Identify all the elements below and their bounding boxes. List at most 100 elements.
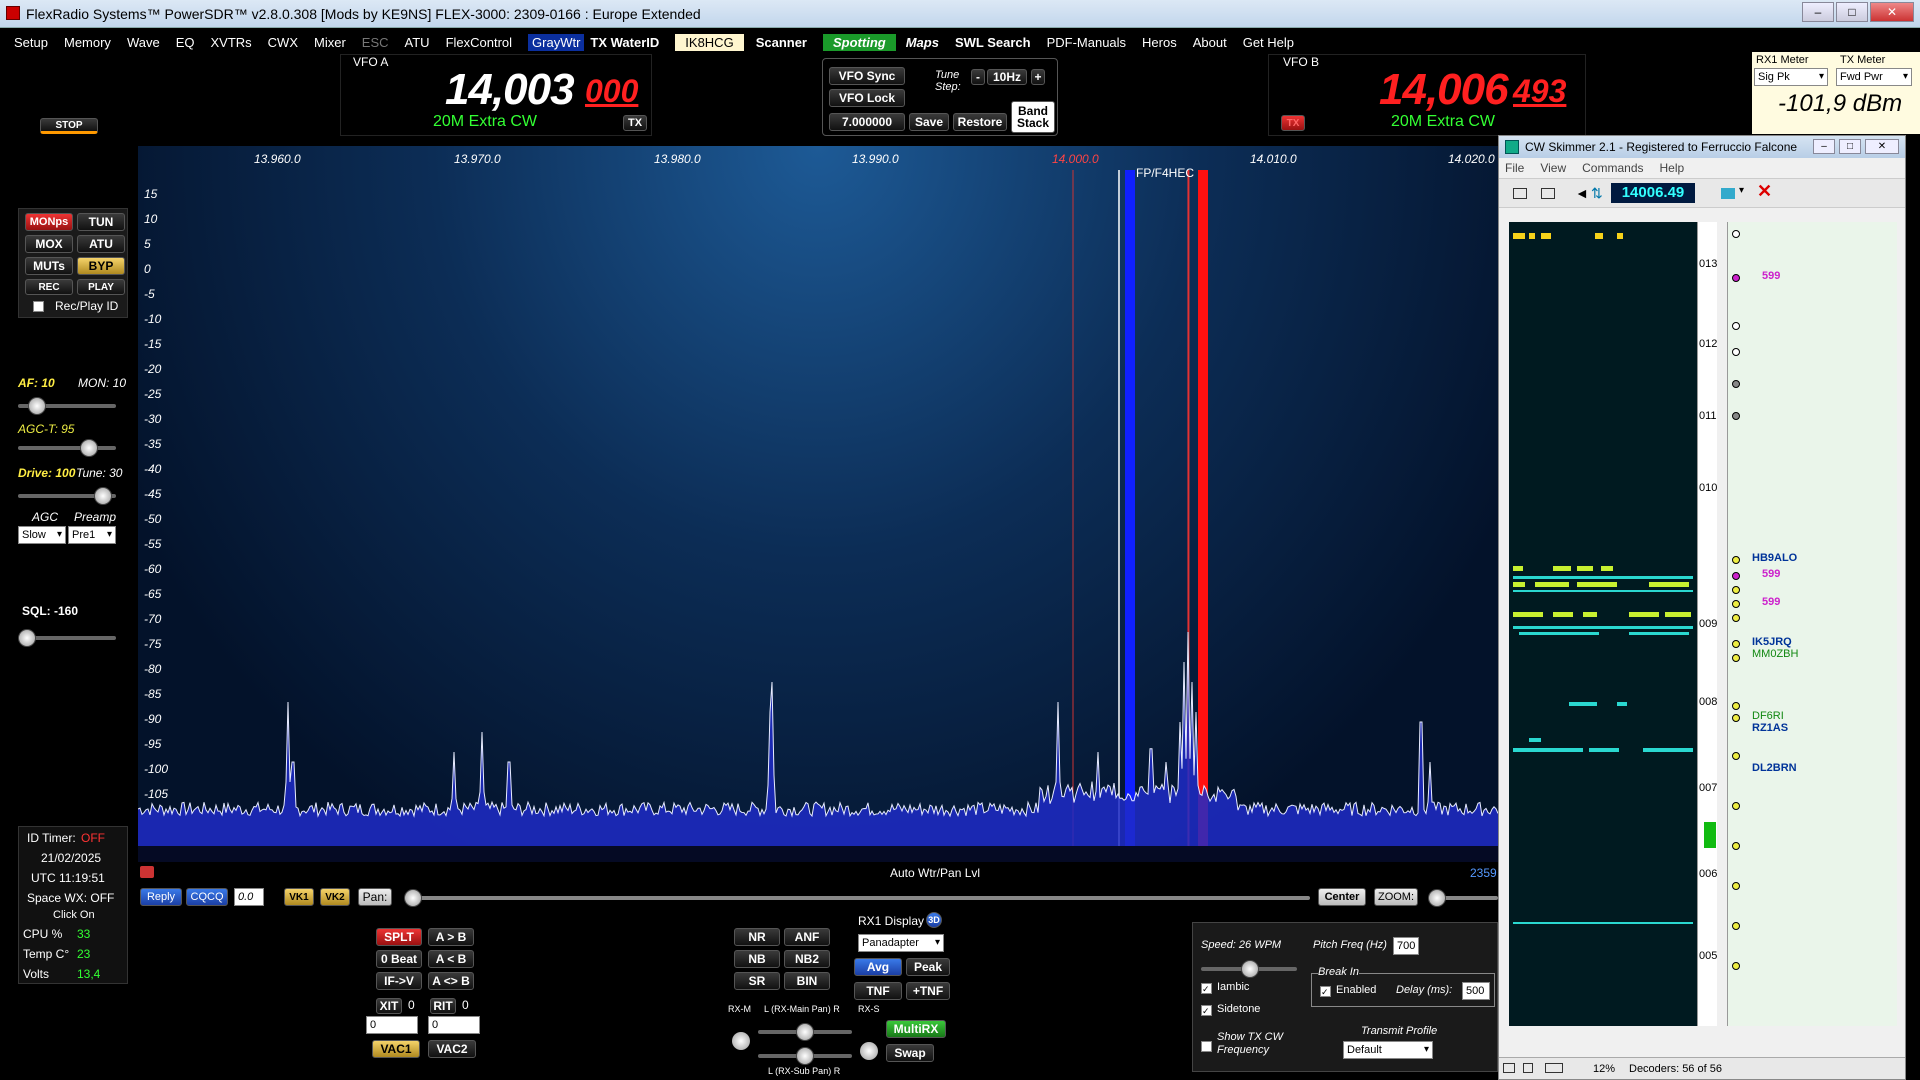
callsign-label[interactable]: IK5JRQ: [1752, 636, 1792, 648]
maximize-button[interactable]: □: [1836, 2, 1868, 22]
anf-button[interactable]: ANF: [784, 928, 830, 946]
main-pan-knob[interactable]: [796, 1023, 814, 1041]
tune-arrows-icon[interactable]: ⇅: [1591, 185, 1603, 202]
signal-dot[interactable]: [1732, 572, 1740, 580]
delay-input[interactable]: 500: [1462, 982, 1490, 1000]
recplay-checkbox[interactable]: [33, 301, 44, 312]
signal-dot[interactable]: [1732, 600, 1740, 608]
pan-slider[interactable]: [404, 889, 1310, 907]
spot-label[interactable]: FP/F4HEC: [1136, 166, 1194, 180]
callsign-label[interactable]: DF6RI: [1752, 710, 1784, 722]
sql-slider-knob[interactable]: [18, 629, 36, 647]
zoom-slider[interactable]: [1428, 889, 1498, 907]
minimize-button[interactable]: –: [1802, 2, 1834, 22]
menu-get-help[interactable]: Get Help: [1243, 35, 1294, 50]
menu-tx-waterid[interactable]: TX WaterID: [590, 35, 659, 50]
menu-flexcontrol[interactable]: FlexControl: [446, 35, 512, 50]
spot-network-icon[interactable]: [1721, 188, 1735, 199]
sr-button[interactable]: SR: [734, 972, 780, 990]
avg-button[interactable]: Avg: [854, 958, 902, 976]
tx-meter-select[interactable]: Fwd Pwr: [1836, 68, 1912, 86]
3d-button[interactable]: 3D: [926, 912, 942, 928]
af-slider[interactable]: [18, 397, 116, 415]
zero-beat-button[interactable]: 0 Beat: [376, 950, 422, 968]
nr-button[interactable]: NR: [734, 928, 780, 946]
skimmer-menu-file[interactable]: File: [1505, 158, 1524, 178]
rit-button[interactable]: RIT: [430, 998, 456, 1014]
menu-pdf-manuals[interactable]: PDF-Manuals: [1047, 35, 1126, 50]
rx-s-volume-knob[interactable]: [860, 1042, 878, 1060]
menu-spotting[interactable]: Spotting: [823, 33, 896, 51]
signal-dot[interactable]: [1732, 322, 1740, 330]
skimmer-waterfall[interactable]: [1509, 222, 1697, 1026]
swap-button[interactable]: Swap: [886, 1044, 934, 1062]
menu-graywtr[interactable]: GrayWtr: [528, 33, 585, 51]
nb2-button[interactable]: NB2: [784, 950, 830, 968]
muts-button[interactable]: MUTs: [25, 257, 73, 275]
skimmer-menu-help[interactable]: Help: [1660, 158, 1685, 178]
stop-button[interactable]: STOP: [40, 118, 98, 134]
signal-dot[interactable]: [1732, 230, 1740, 238]
callsign-label[interactable]: DL2BRN: [1752, 762, 1797, 774]
break-in-checkbox[interactable]: ✓: [1320, 986, 1331, 997]
band-stack-button[interactable]: Band Stack: [1011, 101, 1055, 133]
skimmer-frequency[interactable]: 14006.49: [1611, 183, 1695, 203]
vk1-button[interactable]: VK1: [284, 888, 314, 906]
menu-eq[interactable]: EQ: [176, 35, 195, 50]
signal-dot[interactable]: [1732, 412, 1740, 420]
callsign-label[interactable]: HB9ALO: [1752, 552, 1797, 564]
signal-dot[interactable]: [1732, 380, 1740, 388]
camera-icon[interactable]: [140, 866, 154, 878]
agct-slider[interactable]: [18, 439, 116, 457]
vfo-b-frequency-sub[interactable]: 493: [1513, 73, 1566, 110]
menu-atu[interactable]: ATU: [405, 35, 430, 50]
skimmer-menu-commands[interactable]: Commands: [1582, 158, 1643, 178]
signal-dot[interactable]: [1732, 614, 1740, 622]
menu-maps[interactable]: Maps: [906, 35, 939, 50]
multirx-button[interactable]: MultiRX: [886, 1020, 946, 1038]
menu-swl-search[interactable]: SWL Search: [955, 35, 1031, 50]
rx-m-volume-knob[interactable]: [732, 1032, 750, 1050]
if-to-v-button[interactable]: IF->V: [376, 972, 422, 990]
callsign-label[interactable]: RZ1AS: [1752, 722, 1788, 734]
rx1-meter-select[interactable]: Sig Pk: [1754, 68, 1828, 86]
vac2-button[interactable]: VAC2: [428, 1040, 476, 1058]
close-button[interactable]: ✕: [1870, 2, 1914, 22]
menu-setup[interactable]: Setup: [14, 35, 48, 50]
sub-pan-knob[interactable]: [796, 1047, 814, 1065]
signal-dot[interactable]: [1732, 714, 1740, 722]
signal-dot[interactable]: [1732, 752, 1740, 760]
sub-pan-slider[interactable]: [758, 1047, 852, 1065]
preamp-select[interactable]: Pre1: [68, 526, 116, 544]
menu-ik8hcg[interactable]: IK8HCG: [675, 33, 744, 51]
menu-esc[interactable]: ESC: [362, 35, 389, 50]
vfo-lock-button[interactable]: VFO Lock: [829, 89, 905, 107]
skimmer-tuning-marker[interactable]: [1704, 822, 1716, 848]
tune-step-value[interactable]: 10Hz: [987, 69, 1027, 85]
skimmer-maximize-button[interactable]: □: [1839, 139, 1861, 154]
display-icon[interactable]: [1541, 188, 1555, 199]
transmit-profile-select[interactable]: Default: [1343, 1041, 1433, 1059]
cw-speed-slider[interactable]: [1201, 960, 1297, 978]
xit-button[interactable]: XIT: [376, 998, 402, 1014]
zoom-slider-knob[interactable]: [1428, 889, 1446, 907]
skimmer-close-button[interactable]: ✕: [1865, 139, 1899, 154]
rec-button[interactable]: REC: [25, 279, 73, 295]
vfo-a-tx-button[interactable]: TX: [623, 115, 647, 131]
signal-dot[interactable]: [1732, 842, 1740, 850]
signal-dot[interactable]: [1732, 962, 1740, 970]
menu-heros[interactable]: Heros: [1142, 35, 1177, 50]
radio-icon[interactable]: [1513, 188, 1527, 199]
bin-button[interactable]: BIN: [784, 972, 830, 990]
vac1-button[interactable]: VAC1: [372, 1040, 420, 1058]
callsign-label[interactable]: 599: [1762, 596, 1780, 608]
cw-speed-knob[interactable]: [1241, 960, 1259, 978]
rit-input[interactable]: 0: [428, 1016, 480, 1034]
vfo-a-frequency[interactable]: 14,003: [445, 65, 575, 115]
plus-tnf-button[interactable]: +TNF: [906, 982, 950, 1000]
save-button[interactable]: Save: [909, 113, 949, 131]
cwx-number-input[interactable]: 0.0: [234, 888, 264, 906]
menu-wave[interactable]: Wave: [127, 35, 160, 50]
signal-dot[interactable]: [1732, 348, 1740, 356]
menu-xvtrs[interactable]: XVTRs: [210, 35, 251, 50]
